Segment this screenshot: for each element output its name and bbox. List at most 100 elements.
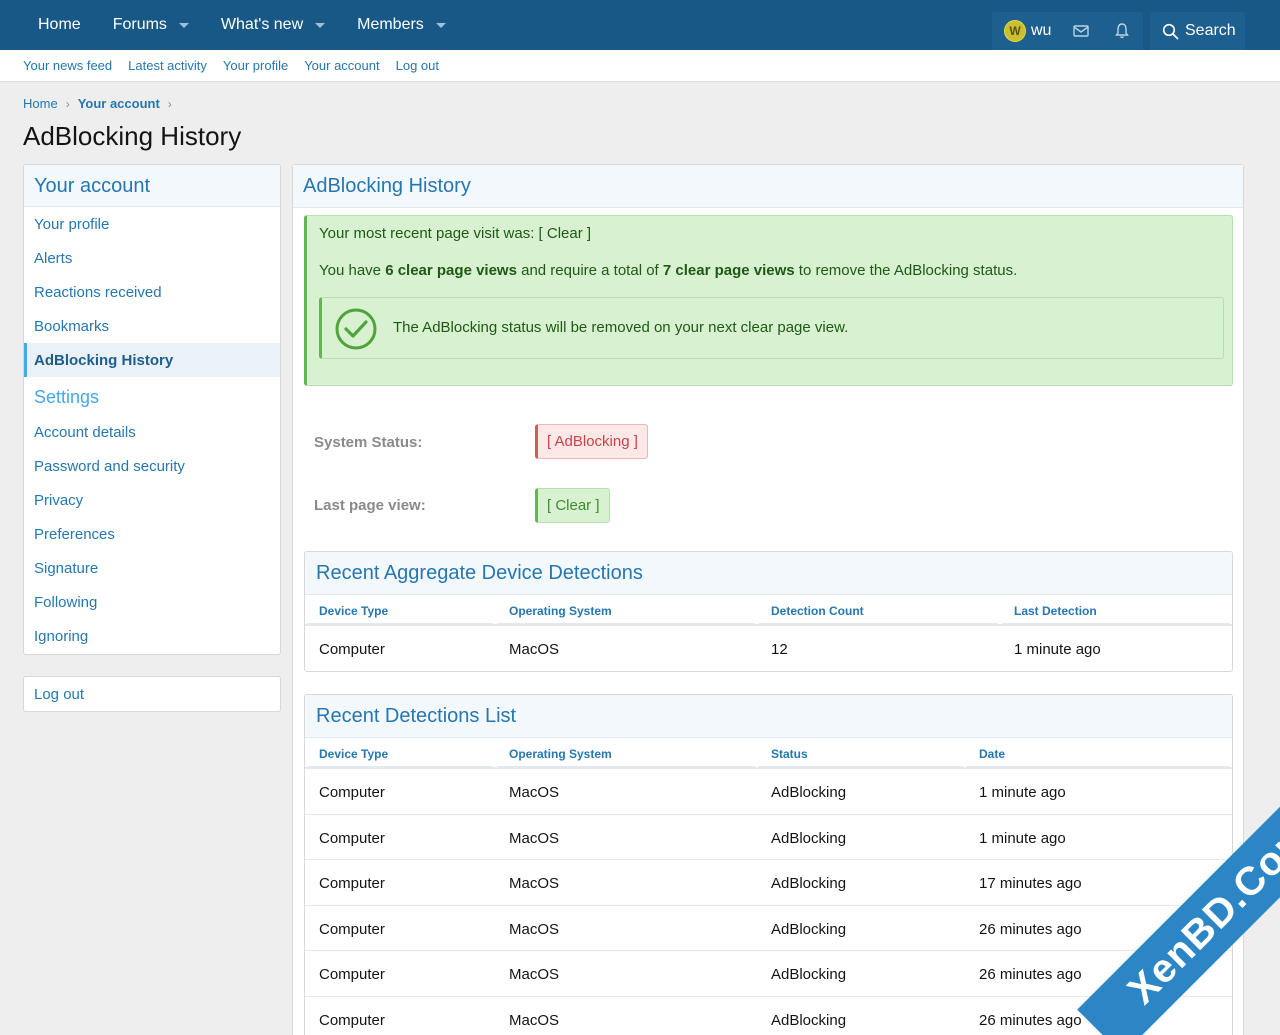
cell-last-detection: 1 minute ago xyxy=(1014,641,1101,658)
table-row: Computer MacOS AdBlocking 26 minutes ago xyxy=(305,906,1232,951)
sidebar-item-following[interactable]: Following xyxy=(24,585,280,619)
breadcrumb-your-account[interactable]: Your account xyxy=(78,96,160,111)
cell-detection-count: 12 xyxy=(771,641,788,658)
recent-heading: Recent Detections List xyxy=(305,695,1232,738)
bell-icon[interactable] xyxy=(1113,22,1131,40)
cell-device-type: Computer xyxy=(319,1011,385,1029)
search-label: Search xyxy=(1185,22,1236,39)
clear-views-count: 6 clear page views xyxy=(385,262,517,279)
table-row: Computer MacOS AdBlocking 26 minutes ago xyxy=(305,997,1232,1035)
cell-status: AdBlocking xyxy=(771,920,847,938)
cell-date: 26 minutes ago xyxy=(979,1011,1082,1029)
sidebar-item-signature[interactable]: Signature xyxy=(24,551,280,585)
cell-date: 26 minutes ago xyxy=(979,920,1082,938)
sidebar-item-alerts[interactable]: Alerts xyxy=(24,241,280,275)
account-sidebar: Your account Your profile Alerts Reactio… xyxy=(23,164,281,655)
cell-operating-system: MacOS xyxy=(509,784,560,801)
cell-operating-system: MacOS xyxy=(509,1011,560,1029)
search-button[interactable]: Search xyxy=(1150,12,1245,50)
main-nav: Home Forums What's new Members xyxy=(22,0,462,50)
table-row: Computer MacOS AdBlocking 1 minute ago xyxy=(305,769,1232,815)
clear-views-text-a: You have xyxy=(319,262,386,279)
subnav-your-account[interactable]: Your account xyxy=(296,58,387,73)
system-status-badge: [ AdBlocking ] xyxy=(535,424,648,459)
cell-operating-system: MacOS xyxy=(509,966,560,983)
subnav-latest-activity[interactable]: Latest activity xyxy=(120,58,215,73)
nav-forums[interactable]: Forums xyxy=(97,0,205,50)
cell-device-type: Computer xyxy=(319,829,385,847)
breadcrumb: Home › Your account › xyxy=(23,96,180,111)
removal-notice: The AdBlocking status will be removed on… xyxy=(319,297,1224,359)
cell-date: 1 minute ago xyxy=(979,829,1066,847)
sidebar-item-bookmarks[interactable]: Bookmarks xyxy=(24,309,280,343)
cell-date: 1 minute ago xyxy=(979,784,1066,801)
subnav-news-feed[interactable]: Your news feed xyxy=(15,58,120,73)
system-status-label: System Status: xyxy=(314,434,423,451)
subnav-your-profile[interactable]: Your profile xyxy=(215,58,296,73)
clear-views-required: 7 clear page views xyxy=(662,262,795,279)
sidebar-heading: Your account xyxy=(24,165,280,207)
cell-device-type: Computer xyxy=(319,784,385,801)
col-device-type: Device Type xyxy=(307,595,493,624)
user-menu-group: W wu xyxy=(992,12,1143,50)
inbox-icon[interactable] xyxy=(1072,22,1090,40)
table-row: Computer MacOS AdBlocking 26 minutes ago xyxy=(305,951,1232,997)
sidebar-item-ignoring[interactable]: Ignoring xyxy=(24,619,280,653)
removal-message: The AdBlocking status will be removed on… xyxy=(393,319,849,336)
success-notice: Your most recent page visit was: [ Clear… xyxy=(304,215,1233,386)
chevron-right-icon: › xyxy=(167,96,172,111)
sidebar-item-password-security[interactable]: Password and security xyxy=(24,449,280,483)
cell-status: AdBlocking xyxy=(771,875,847,892)
sidebar-item-preferences[interactable]: Preferences xyxy=(24,517,280,551)
username[interactable]: wu xyxy=(1031,22,1051,40)
sidebar-log-out[interactable]: Log out xyxy=(23,676,281,712)
cell-device-type: Computer xyxy=(319,641,385,658)
recent-rows: Computer MacOS AdBlocking 1 minute ago Compu… xyxy=(305,769,1232,1035)
recent-detections-table: Recent Detections List Device Type Opera… xyxy=(304,694,1233,1035)
clear-views-text-e: to remove the AdBlocking status. xyxy=(794,262,1018,279)
main-heading: AdBlocking History xyxy=(293,165,1243,208)
subnav-log-out[interactable]: Log out xyxy=(388,58,447,73)
sidebar-item-reactions[interactable]: Reactions received xyxy=(24,275,280,309)
cell-date: 17 minutes ago xyxy=(979,875,1082,892)
chevron-down-icon[interactable] xyxy=(435,22,446,28)
col-device-type: Device Type xyxy=(307,738,493,767)
breadcrumb-home[interactable]: Home xyxy=(23,96,58,111)
sidebar-item-your-profile[interactable]: Your profile xyxy=(24,207,280,241)
col-operating-system: Operating System xyxy=(497,738,755,767)
sidebar-item-adblocking-history[interactable]: AdBlocking History xyxy=(24,343,280,377)
nav-home-label: Home xyxy=(38,16,81,33)
cell-date: 26 minutes ago xyxy=(979,966,1082,983)
recent-visit-text: Your most recent page visit was: [ Clear… xyxy=(319,225,592,242)
nav-members[interactable]: Members xyxy=(341,0,462,50)
chevron-right-icon: › xyxy=(65,96,70,111)
last-view-badge: [ Clear ] xyxy=(535,488,610,523)
col-status: Status xyxy=(759,738,963,767)
cell-operating-system: MacOS xyxy=(509,641,560,658)
col-detection-count: Detection Count xyxy=(759,595,998,624)
cell-status: AdBlocking xyxy=(771,784,847,801)
nav-forums-label: Forums xyxy=(112,16,167,33)
check-circle-icon xyxy=(335,308,377,350)
sidebar-item-privacy[interactable]: Privacy xyxy=(24,483,280,517)
cell-operating-system: MacOS xyxy=(509,875,560,892)
col-date: Date xyxy=(967,738,1230,767)
sidebar-settings-heading: Settings xyxy=(34,387,100,407)
sidebar-item-account-details[interactable]: Account details xyxy=(24,415,280,449)
clear-views-text: You have 6 clear page views and require … xyxy=(319,262,1017,279)
chevron-down-icon[interactable] xyxy=(315,22,326,28)
avatar[interactable]: W xyxy=(1004,20,1026,42)
table-header-row: Device Type Operating System Status Date xyxy=(305,738,1232,769)
last-view-label: Last page view: xyxy=(314,497,426,514)
nav-members-label: Members xyxy=(357,16,424,33)
nav-whats-new[interactable]: What's new xyxy=(205,0,341,50)
nav-home[interactable]: Home xyxy=(22,0,97,50)
sub-navigation: Your news feed Latest activity Your prof… xyxy=(0,50,1280,82)
table-row: Computer MacOS 12 1 minute ago xyxy=(305,626,1232,671)
nav-whats-new-label: What's new xyxy=(220,16,304,33)
cell-status: AdBlocking xyxy=(771,966,847,983)
cell-operating-system: MacOS xyxy=(509,829,560,847)
cell-status: AdBlocking xyxy=(771,829,847,847)
chevron-down-icon[interactable] xyxy=(178,22,189,28)
cell-status: AdBlocking xyxy=(771,1011,847,1029)
